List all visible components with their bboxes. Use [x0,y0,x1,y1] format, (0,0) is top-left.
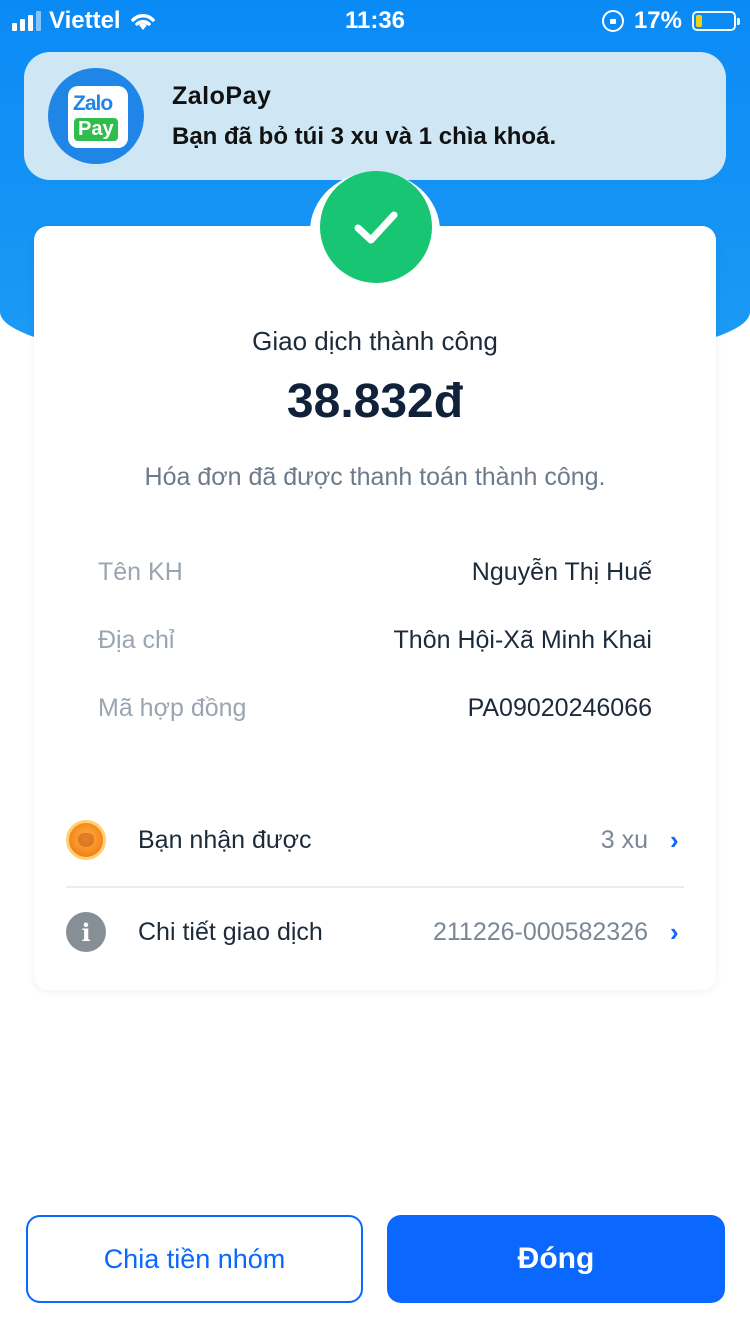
divider [66,886,684,888]
battery-percent: 17% [633,7,682,34]
rewards-value: 3 xu [600,825,648,854]
detail-value: Nguyễn Thị Huế [471,558,652,586]
status-bar: Viettel 11:36 17% [0,0,750,40]
transaction-amount: 38.832đ [286,375,464,428]
transaction-description: Hóa đơn đã được thanh toán thành công. [144,463,606,491]
push-notification[interactable]: Zalo Pay ZaloPay Bạn đã bỏ túi 3 xu và 1… [24,52,726,180]
transaction-detail-label: Chi tiết giao dịch [138,917,323,946]
chevron-right-icon: › [670,916,679,947]
battery-level [696,15,702,27]
info-icon: i [66,912,106,952]
transaction-status-title: Giao dịch thành công [252,326,498,356]
logo-text-bottom: Pay [74,118,118,141]
notification-title: ZaloPay [172,81,272,110]
notification-text: ZaloPay Bạn đã bỏ túi 3 xu và 1 chìa kho… [172,82,556,151]
zalopay-logo-icon: Zalo Pay [48,68,144,164]
close-button[interactable]: Đóng [387,1215,725,1303]
detail-label: Mã hợp đồng [98,694,247,722]
rewards-row[interactable]: Bạn nhận được 3 xu › [66,810,684,870]
rewards-label: Bạn nhận được [138,825,312,854]
chevron-right-icon: › [670,824,679,855]
detail-label: Địa chỉ [98,626,175,654]
check-icon [320,171,432,283]
transaction-id: 211226-000582326 [432,917,648,946]
detail-row-customer: Tên KH Nguyễn Thị Huế [98,558,652,587]
rotation-lock-icon [601,10,624,32]
status-right: 17% [601,7,740,35]
detail-value: Thôn Hội-Xã Minh Khai [393,626,652,654]
coin-icon [66,820,106,860]
logo-text-top: Zalo [73,92,113,115]
logo-badge: Zalo Pay [68,86,128,148]
split-bill-button[interactable]: Chia tiền nhóm [26,1215,363,1303]
notification-message: Bạn đã bỏ túi 3 xu và 1 chìa khoá. [172,122,557,150]
detail-label: Tên KH [98,558,183,586]
transaction-detail-row[interactable]: i Chi tiết giao dịch 211226-000582326 › [66,902,684,962]
detail-row-address: Địa chỉ Thôn Hội-Xã Minh Khai [98,626,652,655]
battery-icon [692,11,740,31]
checkmark-glyph [354,211,398,244]
detail-value: PA09020246066 [467,694,652,722]
detail-row-contract: Mã hợp đồng PA09020246066 [98,694,652,723]
